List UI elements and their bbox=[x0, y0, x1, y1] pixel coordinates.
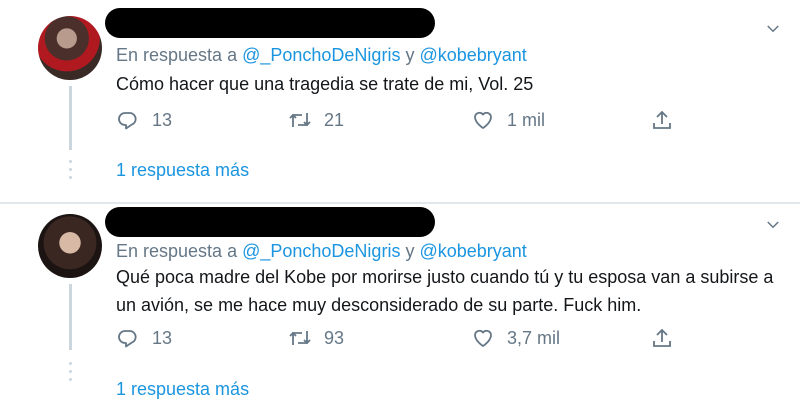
more-replies-link[interactable]: 1 respuesta más bbox=[116, 379, 249, 400]
reply-icon bbox=[118, 112, 137, 130]
avatar[interactable] bbox=[38, 214, 102, 278]
reply-button[interactable]: 13 bbox=[116, 326, 172, 350]
thread-line bbox=[69, 86, 72, 150]
reply-context: En respuesta a @_PonchoDeNigris y @kobeb… bbox=[116, 241, 527, 262]
redacted-username bbox=[105, 8, 435, 38]
reply-conjunction: y bbox=[405, 45, 415, 65]
chevron-down-icon[interactable] bbox=[764, 216, 782, 234]
thread-line bbox=[69, 284, 72, 350]
thread-dots bbox=[69, 160, 72, 184]
share-icon bbox=[653, 110, 671, 129]
mention-link[interactable]: @_PonchoDeNigris bbox=[242, 241, 400, 261]
retweet-button[interactable]: 93 bbox=[288, 326, 344, 350]
retweet-icon bbox=[289, 113, 311, 127]
tweet-actions: 13 93 3,7 mil bbox=[116, 326, 716, 354]
like-button[interactable]: 3,7 mil bbox=[471, 326, 560, 350]
more-replies-link[interactable]: 1 respuesta más bbox=[116, 160, 249, 181]
chevron-down-icon[interactable] bbox=[764, 20, 782, 38]
tweet-actions: 13 21 1 mil bbox=[116, 108, 716, 136]
reply-context: En respuesta a @_PonchoDeNigris y @kobeb… bbox=[116, 45, 527, 66]
retweet-count: 93 bbox=[324, 327, 345, 348]
share-button[interactable] bbox=[650, 326, 686, 350]
redacted-username bbox=[105, 207, 435, 237]
reply-count: 13 bbox=[152, 109, 173, 130]
like-button[interactable]: 1 mil bbox=[471, 108, 545, 132]
tweet-text: Cómo hacer que una tragedia se trate de … bbox=[116, 74, 534, 94]
mention-link[interactable]: @_PonchoDeNigris bbox=[242, 45, 400, 65]
avatar[interactable] bbox=[38, 16, 102, 80]
tweet[interactable]: En respuesta a @_PonchoDeNigris y @kobeb… bbox=[0, 0, 800, 203]
reply-prefix: En respuesta a bbox=[116, 45, 238, 65]
mention-link[interactable]: @kobebryant bbox=[419, 241, 526, 261]
tweet-text: Qué poca madre del Kobe por morirse just… bbox=[116, 267, 774, 315]
retweet-icon bbox=[289, 331, 311, 345]
heart-icon bbox=[474, 111, 492, 129]
reply-conjunction: y bbox=[405, 241, 415, 261]
reply-prefix: En respuesta a bbox=[116, 241, 238, 261]
like-count: 1 mil bbox=[507, 109, 546, 130]
heart-icon bbox=[474, 329, 492, 347]
reply-icon bbox=[118, 330, 137, 348]
mention-link[interactable]: @kobebryant bbox=[419, 45, 526, 65]
tweet[interactable]: En respuesta a @_PonchoDeNigris y @kobeb… bbox=[0, 204, 800, 407]
retweet-count: 21 bbox=[324, 109, 345, 130]
retweet-button[interactable]: 21 bbox=[288, 108, 344, 132]
reply-count: 13 bbox=[152, 327, 173, 348]
share-icon bbox=[653, 328, 671, 347]
share-button[interactable] bbox=[650, 108, 686, 132]
reply-button[interactable]: 13 bbox=[116, 108, 172, 132]
thread-dots bbox=[69, 362, 72, 386]
like-count: 3,7 mil bbox=[507, 327, 561, 348]
